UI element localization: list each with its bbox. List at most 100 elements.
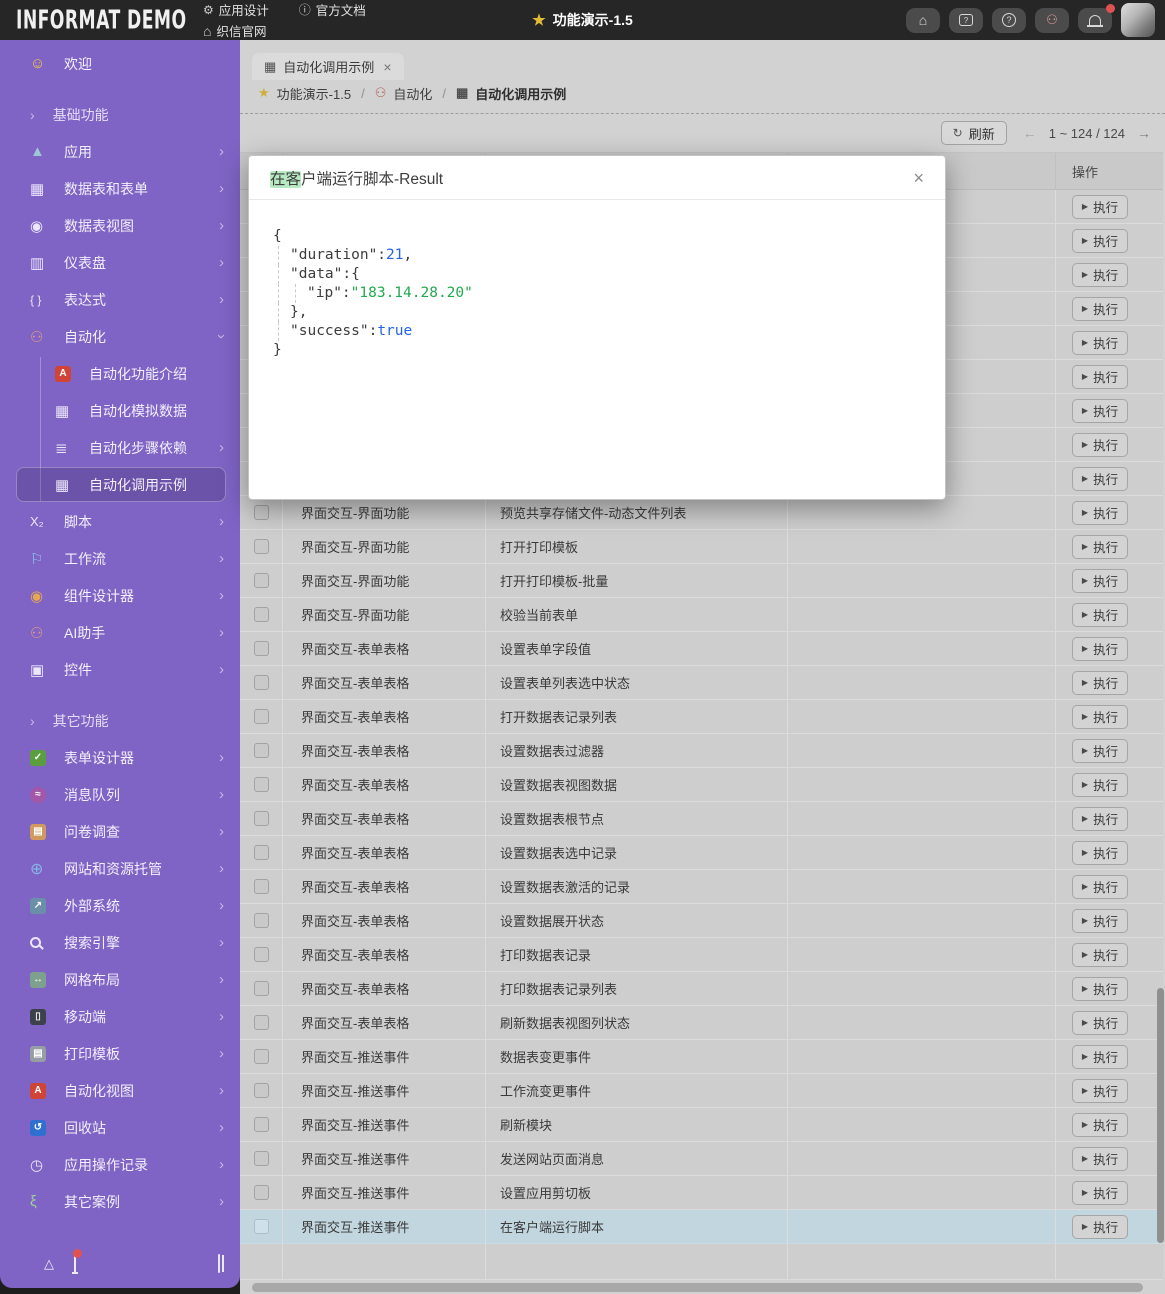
execute-button[interactable]: ▶执行 (1072, 399, 1128, 423)
table-row[interactable]: 界面交互-推送事件数据表变更事件▶执行 (240, 1040, 1163, 1074)
execute-button[interactable]: ▶执行 (1072, 331, 1128, 355)
sidebar-item-28[interactable]: ↺回收站› (0, 1109, 240, 1146)
table-row[interactable]: 界面交互-表单表格打印数据表记录▶执行 (240, 938, 1163, 972)
row-checkbox[interactable] (254, 573, 269, 588)
row-checkbox[interactable] (254, 1185, 269, 1200)
sidebar-item-20[interactable]: ▤问卷调查› (0, 813, 240, 850)
avatar[interactable] (1121, 3, 1155, 37)
sidebar-item-7[interactable]: ⚇自动化› (0, 318, 240, 355)
tab-automation-examples[interactable]: ▦ 自动化调用示例 × (252, 53, 404, 80)
assistant-button[interactable]: ⚇ (1035, 8, 1069, 33)
table-row[interactable]: 界面交互-表单表格设置表单列表选中状态▶执行 (240, 666, 1163, 700)
sidebar-item-6[interactable]: { }表达式› (0, 281, 240, 318)
feedback-button[interactable]: ? (949, 8, 983, 33)
sidebar-item-3[interactable]: ▦数据表和表单› (0, 170, 240, 207)
sidebar-item-12[interactable]: X₂脚本› (0, 503, 240, 540)
row-checkbox[interactable] (254, 981, 269, 996)
sidebar-item-11[interactable]: ▦自动化调用示例 (0, 466, 240, 503)
row-checkbox[interactable] (254, 913, 269, 928)
table-row[interactable]: 界面交互-表单表格设置数据表选中记录▶执行 (240, 836, 1163, 870)
table-row[interactable]: 界面交互-推送事件发送网站页面消息▶执行 (240, 1142, 1163, 1176)
top-nav-item-2[interactable]: ⌂织信官网 (203, 21, 269, 40)
tab-close-icon[interactable]: × (383, 59, 391, 75)
execute-button[interactable]: ▶执行 (1072, 977, 1128, 1001)
sidebar-item-25[interactable]: ▯移动端› (0, 998, 240, 1035)
table-row[interactable]: 界面交互-表单表格设置数据表过滤器▶执行 (240, 734, 1163, 768)
row-checkbox[interactable] (254, 675, 269, 690)
execute-button[interactable]: ▶执行 (1072, 637, 1128, 661)
row-checkbox[interactable] (254, 641, 269, 656)
sidebar-item-22[interactable]: ↗外部系统› (0, 887, 240, 924)
alert-triangle-icon[interactable]: △ (44, 1256, 54, 1272)
sidebar-item-5[interactable]: ▥仪表盘› (0, 244, 240, 281)
execute-button[interactable]: ▶执行 (1072, 841, 1128, 865)
row-checkbox[interactable] (254, 1049, 269, 1064)
execute-button[interactable]: ▶执行 (1072, 467, 1128, 491)
execute-button[interactable]: ▶执行 (1072, 569, 1128, 593)
sidebar-item-21[interactable]: ⊕网站和资源托管› (0, 850, 240, 887)
row-checkbox[interactable] (254, 539, 269, 554)
sidebar-item-14[interactable]: ◉组件设计器› (0, 577, 240, 614)
row-checkbox[interactable] (254, 505, 269, 520)
execute-button[interactable]: ▶执行 (1072, 1181, 1128, 1205)
sidebar-item-9[interactable]: ▦自动化模拟数据 (0, 392, 240, 429)
execute-button[interactable]: ▶执行 (1072, 501, 1128, 525)
row-checkbox[interactable] (254, 777, 269, 792)
execute-button[interactable]: ▶执行 (1072, 603, 1128, 627)
execute-button[interactable]: ▶执行 (1072, 705, 1128, 729)
refresh-button[interactable]: ↻ 刷新 (941, 121, 1007, 145)
table-row[interactable]: 界面交互-表单表格刷新数据表视图列状态▶执行 (240, 1006, 1163, 1040)
sidebar-item-24[interactable]: ↔网格布局› (0, 961, 240, 998)
execute-button[interactable]: ▶执行 (1072, 1113, 1128, 1137)
row-checkbox[interactable] (254, 709, 269, 724)
close-icon[interactable]: × (913, 169, 924, 187)
row-checkbox[interactable] (254, 1219, 269, 1234)
panel-toggle-icon[interactable] (218, 1255, 220, 1273)
table-row[interactable]: 界面交互-界面功能打开打印模板▶执行 (240, 530, 1163, 564)
sidebar-group-17[interactable]: ›其它功能 (0, 702, 240, 739)
execute-button[interactable]: ▶执行 (1072, 229, 1128, 253)
execute-button[interactable]: ▶执行 (1072, 1147, 1128, 1171)
sidebar-item-13[interactable]: ⚐工作流› (0, 540, 240, 577)
sidebar-item-27[interactable]: A自动化视图› (0, 1072, 240, 1109)
horizontal-scrollbar[interactable] (252, 1283, 1143, 1292)
row-checkbox[interactable] (254, 1151, 269, 1166)
execute-button[interactable]: ▶执行 (1072, 365, 1128, 389)
table-row[interactable]: 界面交互-推送事件工作流变更事件▶执行 (240, 1074, 1163, 1108)
row-checkbox[interactable] (254, 743, 269, 758)
execute-button[interactable]: ▶执行 (1072, 1079, 1128, 1103)
execute-button[interactable]: ▶执行 (1072, 535, 1128, 559)
execute-button[interactable]: ▶执行 (1072, 807, 1128, 831)
row-checkbox[interactable] (254, 811, 269, 826)
table-row[interactable]: 界面交互-表单表格设置数据表视图数据▶执行 (240, 768, 1163, 802)
table-row[interactable]: 界面交互-推送事件刷新模块▶执行 (240, 1108, 1163, 1142)
table-row[interactable]: 界面交互-表单表格打开数据表记录列表▶执行 (240, 700, 1163, 734)
sidebar-item-19[interactable]: ≈消息队列› (0, 776, 240, 813)
table-row[interactable]: 界面交互-表单表格设置数据表根节点▶执行 (240, 802, 1163, 836)
execute-button[interactable]: ▶执行 (1072, 297, 1128, 321)
execute-button[interactable]: ▶执行 (1072, 773, 1128, 797)
table-row[interactable]: 界面交互-表单表格打印数据表记录列表▶执行 (240, 972, 1163, 1006)
table-row[interactable]: 界面交互-界面功能校验当前表单▶执行 (240, 598, 1163, 632)
execute-button[interactable]: ▶执行 (1072, 1215, 1128, 1239)
top-nav-item-1[interactable]: ⓘ官方文档 (299, 0, 366, 19)
execute-button[interactable]: ▶执行 (1072, 671, 1128, 695)
notifications-button[interactable] (1078, 8, 1112, 33)
execute-button[interactable]: ▶执行 (1072, 739, 1128, 763)
sidebar-item-29[interactable]: ◷应用操作记录› (0, 1146, 240, 1183)
home-button[interactable]: ⌂ (906, 8, 940, 33)
sidebar-item-18[interactable]: ✓表单设计器› (0, 739, 240, 776)
table-row[interactable]: 界面交互-表单表格设置数据展开状态▶执行 (240, 904, 1163, 938)
row-checkbox[interactable] (254, 947, 269, 962)
help-button[interactable]: ? (992, 8, 1026, 33)
row-checkbox[interactable] (254, 607, 269, 622)
breadcrumb-item-2[interactable]: ▦自动化调用示例 (456, 84, 566, 103)
breadcrumb-item-1[interactable]: ⚇自动化 (375, 84, 433, 103)
table-row[interactable]: 界面交互-界面功能预览共享存储文件-动态文件列表▶执行 (240, 496, 1163, 530)
execute-button[interactable]: ▶执行 (1072, 875, 1128, 899)
execute-button[interactable]: ▶执行 (1072, 263, 1128, 287)
execute-button[interactable]: ▶执行 (1072, 1045, 1128, 1069)
sidebar-group-1[interactable]: ›基础功能 (0, 96, 240, 133)
vertical-scrollbar[interactable] (1157, 988, 1164, 1243)
row-checkbox[interactable] (254, 879, 269, 894)
